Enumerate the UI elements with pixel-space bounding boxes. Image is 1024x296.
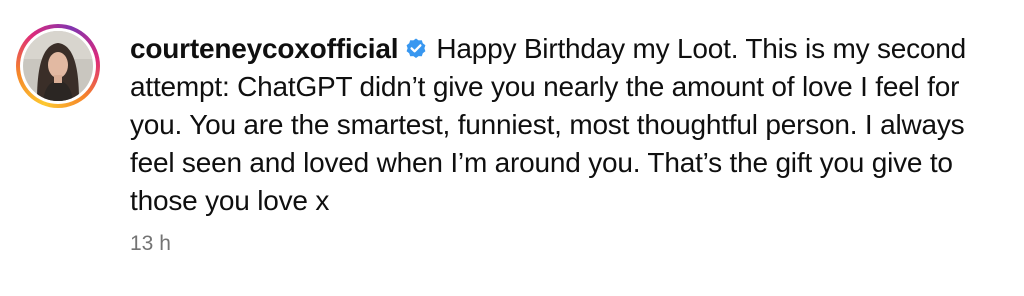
comment-item: courteneycoxofficial Happy Birthday my Lo… <box>0 0 1024 296</box>
avatar[interactable] <box>23 31 93 101</box>
story-ring[interactable] <box>16 24 100 108</box>
verified-badge-icon <box>406 38 426 58</box>
caption: courteneycoxofficial Happy Birthday my Lo… <box>130 30 1010 220</box>
comment-body: courteneycoxofficial Happy Birthday my Lo… <box>130 30 1010 220</box>
avatar-frame <box>20 28 96 104</box>
username-link[interactable]: courteneycoxofficial <box>130 33 399 64</box>
timestamp[interactable]: 13 h <box>130 232 171 256</box>
